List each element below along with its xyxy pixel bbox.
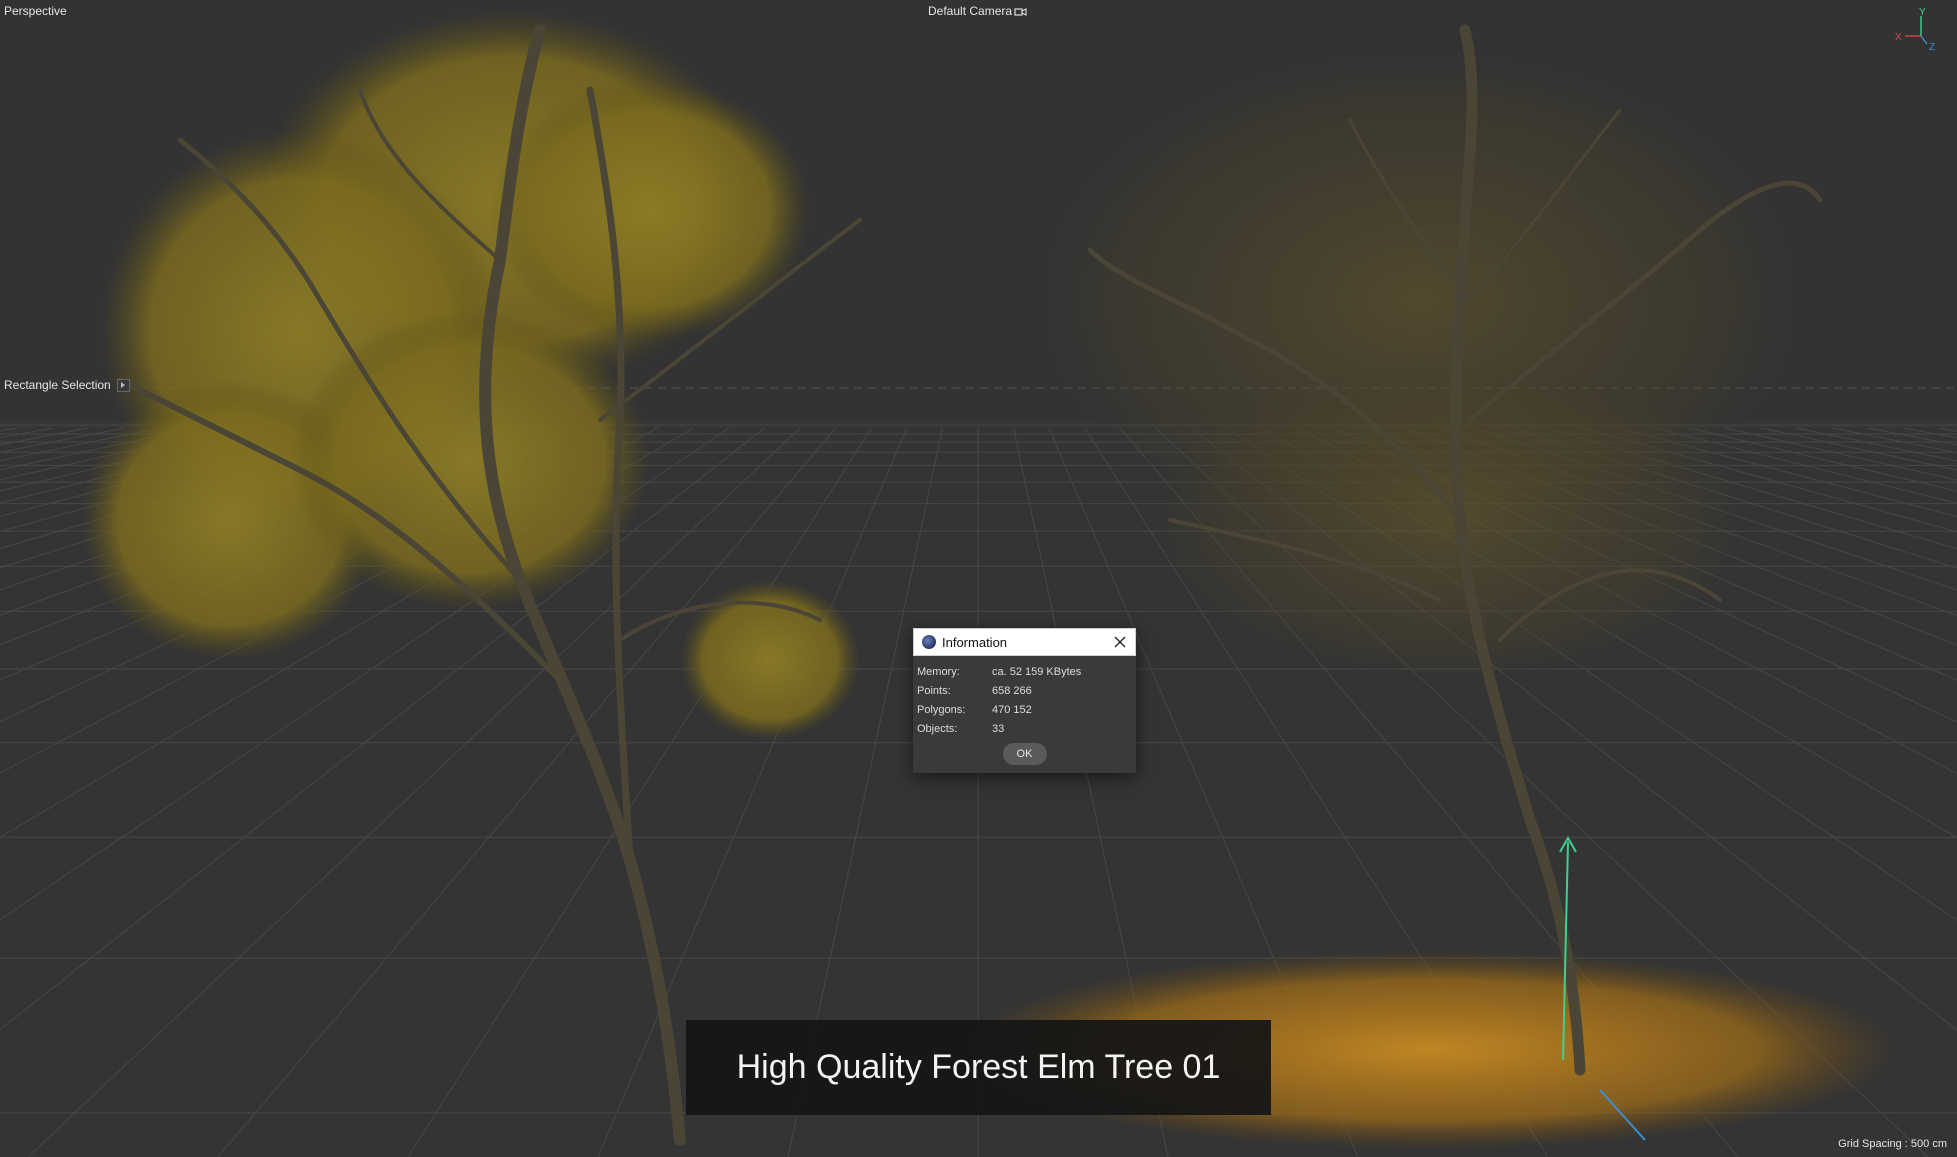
dialog-title: Information bbox=[942, 634, 1008, 650]
caption-text: High Quality Forest Elm Tree 01 bbox=[736, 1048, 1221, 1086]
info-key: Polygons: bbox=[917, 703, 966, 716]
camera-icon bbox=[1014, 7, 1027, 16]
info-value: ca. 52 159 KBytes bbox=[992, 665, 1082, 678]
close-icon[interactable] bbox=[1113, 635, 1127, 649]
camera-selector[interactable]: Default Camera bbox=[928, 4, 1027, 18]
dialog-titlebar[interactable]: Information bbox=[913, 628, 1136, 656]
axis-y-label: Y bbox=[1919, 7, 1926, 18]
information-dialog[interactable]: Information Memory: ca. 52 159 KBytes Po… bbox=[913, 628, 1136, 773]
app-logo-icon bbox=[922, 635, 936, 649]
axis-x-label: X bbox=[1895, 32, 1902, 43]
info-row-objects: Objects: 33 bbox=[917, 719, 1132, 738]
viewport-title[interactable]: Perspective bbox=[4, 4, 67, 18]
info-key: Points: bbox=[917, 684, 951, 697]
dialog-body: Memory: ca. 52 159 KBytes Points: 658 26… bbox=[913, 656, 1136, 765]
info-key: Objects: bbox=[917, 722, 958, 735]
info-row-points: Points: 658 266 bbox=[917, 681, 1132, 700]
info-value: 33 bbox=[992, 722, 1005, 735]
info-value: 470 152 bbox=[992, 703, 1032, 716]
caption-banner: High Quality Forest Elm Tree 01 bbox=[686, 1020, 1271, 1115]
axis-gizmo: Y X Z bbox=[1895, 7, 1935, 52]
scene-canvas[interactable] bbox=[0, 0, 1957, 1157]
axis-z-label: Z bbox=[1929, 42, 1935, 52]
grid-spacing-readout: Grid Spacing : 500 cm bbox=[1838, 1138, 1947, 1150]
tool-options-icon[interactable] bbox=[116, 378, 130, 392]
active-tool-label: Rectangle Selection bbox=[4, 378, 111, 392]
info-key: Memory: bbox=[917, 665, 960, 678]
info-value: 658 266 bbox=[992, 684, 1032, 697]
3d-viewport[interactable]: Perspective Default Camera Rectangle Sel… bbox=[0, 0, 1957, 1157]
ok-button[interactable]: OK bbox=[1002, 743, 1047, 765]
info-row-memory: Memory: ca. 52 159 KBytes bbox=[917, 662, 1132, 681]
info-row-polygons: Polygons: 470 152 bbox=[917, 700, 1132, 719]
active-tool-indicator[interactable]: Rectangle Selection bbox=[4, 378, 130, 392]
camera-label: Default Camera bbox=[928, 4, 1013, 18]
